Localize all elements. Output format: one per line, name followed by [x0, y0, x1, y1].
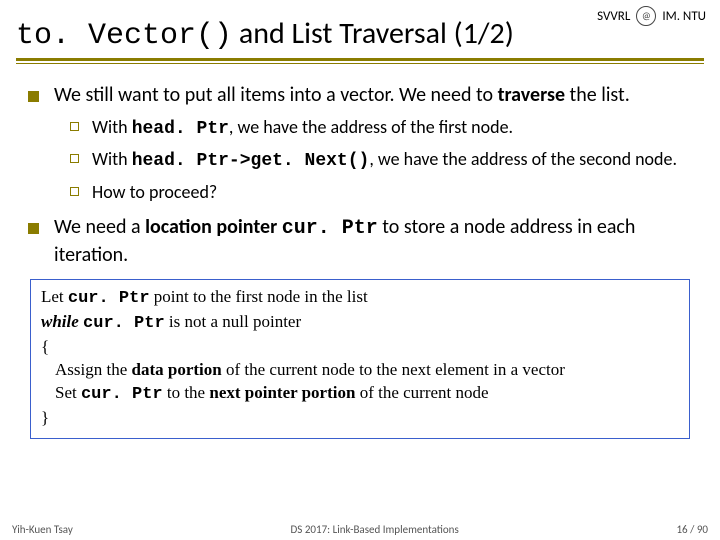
sub-bullet-3: How to proceed?	[68, 180, 694, 204]
pl5-e: of the current node	[355, 383, 488, 402]
title-rest: and List Traversal (1/2)	[232, 15, 514, 52]
sub-bullet-list: With head. Ptr, we have the address of t…	[68, 115, 694, 204]
sub2-code: head. Ptr->get. Next()	[132, 151, 370, 171]
slide-body: We still want to put all items into a ve…	[0, 64, 720, 439]
sub-bullet-1: With head. Ptr, we have the address of t…	[68, 115, 694, 141]
pl1-c: point to the first node in the list	[150, 287, 368, 306]
pl4-a: Assign the	[55, 360, 132, 379]
pseudo-line-5: Set cur. Ptr to the next pointer portion…	[41, 382, 679, 407]
sub2-c: , we have the address of the second node…	[369, 148, 677, 170]
footer-page: 16 / 90	[676, 523, 708, 536]
sub1-code: head. Ptr	[132, 119, 229, 139]
b2-b: location pointer	[145, 215, 277, 239]
lab-label: SVVRL	[597, 9, 630, 24]
b2-code: cur. Ptr	[282, 217, 378, 240]
sub1-c: , we have the address of the first node.	[229, 116, 513, 138]
pl2-d: is not a null pointer	[165, 312, 301, 331]
bullet-1-text-a: We still want to put all items into a ve…	[54, 83, 498, 107]
affiliation-label: IM. NTU	[662, 9, 706, 24]
pseudo-line-2: while cur. Ptr is not a null pointer	[41, 311, 679, 336]
title-rule-thin	[16, 63, 704, 64]
footer: Yih-Kuen Tsay DS 2017: Link-Based Implem…	[0, 523, 720, 536]
ntu-logo-icon: @	[636, 6, 656, 26]
header: SVVRL @ IM. NTU to. Vector() and List Tr…	[0, 0, 720, 64]
bullet-1: We still want to put all items into a ve…	[26, 82, 694, 204]
b2-a: We need a	[54, 215, 145, 239]
pl1-a: Let	[41, 287, 68, 306]
pl5-b: cur. Ptr	[81, 385, 163, 404]
title-code: to. Vector()	[16, 19, 232, 53]
pl1-b: cur. Ptr	[68, 289, 150, 308]
bullet-2: We need a location pointer cur. Ptr to s…	[26, 214, 694, 269]
footer-course: DS 2017: Link-Based Implementations	[291, 523, 459, 536]
sub-bullet-2: With head. Ptr->get. Next(), we have the…	[68, 147, 694, 173]
pseudo-line-3: {	[41, 336, 679, 359]
pseudo-line-1: Let cur. Ptr point to the first node in …	[41, 286, 679, 311]
bullet-1-text-c: the list.	[565, 83, 630, 107]
pl5-c: to the	[163, 383, 210, 402]
pseudocode-box: Let cur. Ptr point to the first node in …	[30, 279, 690, 439]
slide: SVVRL @ IM. NTU to. Vector() and List Tr…	[0, 0, 720, 540]
pl5-a: Set	[55, 383, 81, 402]
sub3: How to proceed?	[92, 181, 217, 203]
pl2-kw: while	[41, 312, 79, 331]
pl4-c: of the current node to the next element …	[222, 360, 565, 379]
sub2-a: With	[92, 148, 132, 170]
pl4-b: data portion	[132, 360, 222, 379]
bullet-list: We still want to put all items into a ve…	[26, 82, 694, 269]
pseudo-line-4: Assign the data portion of the current n…	[41, 359, 679, 382]
title-rule-thick	[16, 58, 704, 61]
bullet-1-text-b: traverse	[498, 83, 565, 107]
sub1-a: With	[92, 116, 132, 138]
pl5-d: next pointer portion	[209, 383, 355, 402]
pseudo-line-6: }	[41, 407, 679, 430]
header-right: SVVRL @ IM. NTU	[597, 6, 706, 26]
pl2-code: cur. Ptr	[83, 314, 165, 333]
footer-author: Yih-Kuen Tsay	[12, 523, 73, 536]
